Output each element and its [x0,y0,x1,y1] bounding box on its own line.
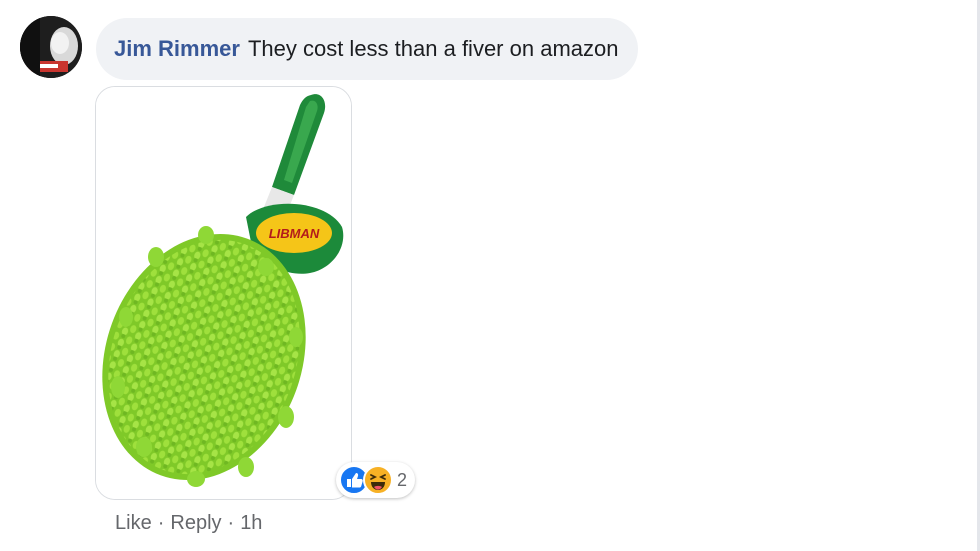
avatar-photo-icon [20,16,82,78]
reaction-count: 2 [397,469,408,490]
comment-photo[interactable]: LIBMAN [95,86,352,500]
comment-actions: Like · Reply · 1h [115,512,262,535]
reply-link[interactable]: Reply [170,512,221,535]
user-avatar[interactable] [20,16,82,78]
timestamp-link[interactable]: 1h [240,512,262,535]
haha-icon [363,465,393,495]
comment-author-link[interactable]: Jim Rimmer [114,36,240,62]
separator: · [157,512,165,534]
comment-bubble: Jim Rimmer They cost less than a fiver o… [96,18,639,80]
like-link[interactable]: Like [115,512,152,535]
brand-label: LIBMAN [269,226,320,241]
separator: · [227,512,235,534]
comment-text: They cost less than a fiver on amazon [247,36,619,61]
reaction-summary[interactable]: 2 [336,462,416,498]
duster-product-image: LIBMAN [96,87,351,499]
